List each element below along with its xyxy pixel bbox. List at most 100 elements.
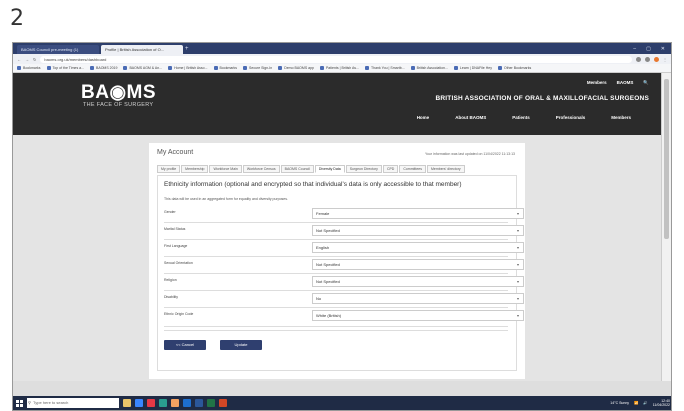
bookmark-item[interactable]: Demo BAOMS app bbox=[278, 66, 314, 70]
field-sexual-orientation: Sexual Orientation Not Specified ▾ bbox=[164, 259, 524, 273]
chrome-icon[interactable] bbox=[147, 399, 155, 407]
bookmark-item[interactable]: British Association... bbox=[410, 66, 448, 70]
close-icon[interactable]: ✕ bbox=[661, 45, 665, 54]
chevron-down-icon: ▾ bbox=[516, 228, 519, 233]
tab-workforce-main[interactable]: Workforce Main bbox=[209, 165, 242, 173]
nav-professionals[interactable]: Professionals bbox=[556, 115, 586, 120]
first-language-select[interactable]: English ▾ bbox=[312, 242, 524, 253]
divider bbox=[164, 239, 508, 240]
nav-patients[interactable]: Patients bbox=[512, 115, 530, 120]
field-gender: Gender Female ▾ bbox=[164, 208, 524, 222]
weather-widget[interactable]: 14°C Sunny bbox=[610, 401, 629, 405]
site-logo[interactable]: BA◉MS bbox=[81, 81, 156, 104]
bookmark-item[interactable]: Thank You | Smartb... bbox=[364, 66, 405, 70]
powerpoint-icon[interactable] bbox=[219, 399, 227, 407]
word-icon[interactable] bbox=[195, 399, 203, 407]
bookmark-icon bbox=[213, 66, 218, 70]
file-explorer-icon[interactable] bbox=[123, 399, 131, 407]
screenshot-frame: BAOMS Council pre-meeting (1) Profile | … bbox=[12, 42, 672, 411]
cancel-button[interactable]: << Cancel bbox=[164, 340, 206, 350]
bookmark-item[interactable]: BAOMS 2019 bbox=[90, 66, 117, 70]
field-ethnic-origin: Ethnic Origin Code White (British) ▾ bbox=[164, 310, 524, 324]
scroll-thumb[interactable] bbox=[664, 79, 669, 239]
reload-icon[interactable]: ↻ bbox=[33, 57, 36, 62]
outlook-icon[interactable] bbox=[183, 399, 191, 407]
section-heading: Ethnicity information (optional and encr… bbox=[164, 181, 462, 188]
excel-icon[interactable] bbox=[207, 399, 215, 407]
extension-icon[interactable] bbox=[645, 56, 650, 62]
field-label: Religion bbox=[164, 278, 177, 282]
menu-icon[interactable]: ⋮ bbox=[663, 57, 667, 62]
disability-select[interactable]: No ▾ bbox=[312, 293, 524, 304]
search-icon[interactable]: 🔍 bbox=[643, 80, 649, 86]
bookmark-item[interactable]: Bookmarks bbox=[17, 66, 41, 70]
main-nav: Home About BAOMS Patients Professionals … bbox=[417, 115, 631, 120]
app-icon[interactable] bbox=[159, 399, 167, 407]
bookmark-icon bbox=[497, 66, 502, 70]
baoms-link[interactable]: BAOMS bbox=[617, 80, 634, 86]
network-icon[interactable]: 📶 bbox=[634, 401, 638, 405]
tab-diversity-data[interactable]: Diversity Data bbox=[314, 165, 345, 173]
divider bbox=[164, 222, 508, 223]
tab-membership[interactable]: Membership bbox=[181, 165, 209, 173]
browser-tab-active[interactable]: Profile | British Association of O... bbox=[101, 45, 183, 54]
browser-tab[interactable]: BAOMS Council pre-meeting (1) bbox=[17, 45, 99, 54]
bookmark-item[interactable]: BAOMS AGM & An... bbox=[123, 66, 162, 70]
tab-my-profile[interactable]: My profile bbox=[157, 165, 181, 173]
new-tab-button[interactable]: + bbox=[185, 45, 193, 54]
minimize-icon[interactable]: – bbox=[633, 45, 636, 54]
maximize-icon[interactable]: ▢ bbox=[646, 45, 651, 54]
back-icon[interactable]: ← bbox=[17, 57, 21, 62]
ethnic-origin-select[interactable]: White (British) ▾ bbox=[312, 310, 524, 321]
field-first-language: First Language English ▾ bbox=[164, 242, 524, 256]
tab-workforce-census[interactable]: Workforce Census bbox=[242, 165, 280, 173]
field-label: First Language bbox=[164, 244, 188, 248]
edge-icon[interactable] bbox=[135, 399, 143, 407]
bookmark-item[interactable]: Home | British Asso... bbox=[168, 66, 208, 70]
members-link[interactable]: Members bbox=[587, 80, 607, 86]
windows-start-icon[interactable] bbox=[16, 399, 23, 407]
tab-committees[interactable]: Committees bbox=[399, 165, 426, 173]
bookmark-item[interactable]: Patients | British As... bbox=[319, 66, 359, 70]
app-icon[interactable] bbox=[171, 399, 179, 407]
tab-baoms-council[interactable]: BAOMS Council bbox=[280, 165, 314, 173]
marital-status-select[interactable]: Not Specified ▾ bbox=[312, 225, 524, 236]
nav-home[interactable]: Home bbox=[417, 115, 430, 120]
update-button[interactable]: Update bbox=[220, 340, 262, 350]
taskbar-search[interactable]: ⚲ Type here to search bbox=[27, 398, 119, 408]
clock[interactable]: 12:40 11/04/2022 bbox=[653, 399, 670, 407]
tab-surgeon-directory[interactable]: Surgeon Directory bbox=[345, 165, 382, 173]
bookmark-item[interactable]: Bookmarks bbox=[213, 66, 237, 70]
bookmark-item[interactable]: Other Bookmarks bbox=[497, 66, 531, 70]
tab-cpd[interactable]: CPD bbox=[382, 165, 399, 173]
bookmark-item[interactable]: Learn | DNAFile Hey bbox=[453, 66, 492, 70]
forward-icon[interactable]: → bbox=[25, 57, 29, 62]
bookmarks-bar: Bookmarks Top of the Times a... BAOMS 20… bbox=[13, 64, 671, 73]
bookmark-icon bbox=[46, 66, 51, 70]
diversity-form: Ethnicity information (optional and encr… bbox=[157, 175, 524, 371]
bookmark-item[interactable]: Secure Sign-In bbox=[243, 66, 272, 70]
profile-icon[interactable] bbox=[654, 56, 659, 62]
bookmark-icon bbox=[17, 66, 21, 70]
tab-members-directory[interactable]: Members' directory bbox=[427, 165, 465, 173]
account-card: My Account Your information was last upd… bbox=[149, 143, 525, 379]
field-label: Sexual Orientation bbox=[164, 261, 193, 265]
bookmark-item[interactable]: Top of the Times a... bbox=[46, 66, 84, 70]
last-updated-text: Your information was last updated on 11/… bbox=[424, 152, 515, 156]
sexual-orientation-select[interactable]: Not Specified ▾ bbox=[312, 259, 524, 270]
bookmark-icon bbox=[243, 66, 248, 70]
section-note: This data will be used in an aggregated … bbox=[164, 197, 288, 201]
browser-tab-bar: BAOMS Council pre-meeting (1) Profile | … bbox=[13, 43, 671, 54]
url-field[interactable]: baoms.org.uk/members/dashboard bbox=[40, 55, 632, 63]
page-scrollbar[interactable] bbox=[661, 73, 671, 381]
bookmark-icon bbox=[319, 66, 324, 70]
nav-about[interactable]: About BAOMS bbox=[455, 115, 486, 120]
system-tray: 14°C Sunny 📶 🔊 12:40 11/04/2022 bbox=[610, 399, 670, 407]
religion-select[interactable]: Not Specified ▾ bbox=[312, 276, 524, 287]
gender-select[interactable]: Female ▾ bbox=[312, 208, 524, 219]
bookmark-icon bbox=[90, 66, 95, 70]
extension-icon[interactable] bbox=[636, 56, 641, 62]
nav-members[interactable]: Members bbox=[611, 115, 631, 120]
field-religion: Religion Not Specified ▾ bbox=[164, 276, 524, 290]
volume-icon[interactable]: 🔊 bbox=[643, 401, 647, 405]
